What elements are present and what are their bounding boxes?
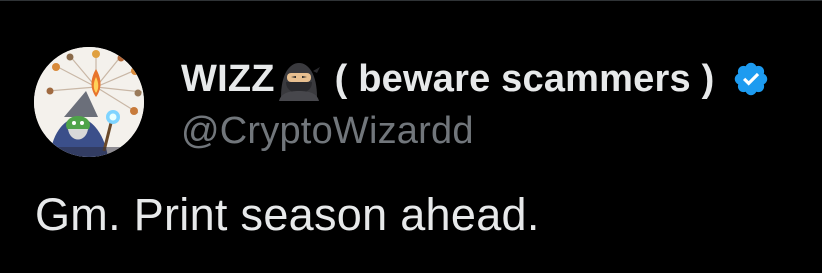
author-handle[interactable]: @CryptoWizardd	[181, 110, 770, 153]
tweet-author: WIZZ ( beware scammers) @CryptoWizardd	[181, 54, 770, 153]
author-display-name[interactable]: WIZZ	[181, 58, 275, 101]
tweet-card: WIZZ ( beware scammers) @CryptoWizardd …	[0, 0, 822, 273]
verified-badge-icon[interactable]	[732, 60, 770, 98]
avatar[interactable]	[34, 47, 144, 157]
tweet-text: Gm. Print season ahead.	[35, 189, 540, 240]
author-name-suffix: ( beware scammers )	[334, 57, 715, 100]
wizard-avatar-image	[34, 47, 144, 157]
ninja-emoji-icon	[277, 57, 321, 101]
author-name-row: WIZZ ( beware scammers)	[181, 54, 770, 104]
